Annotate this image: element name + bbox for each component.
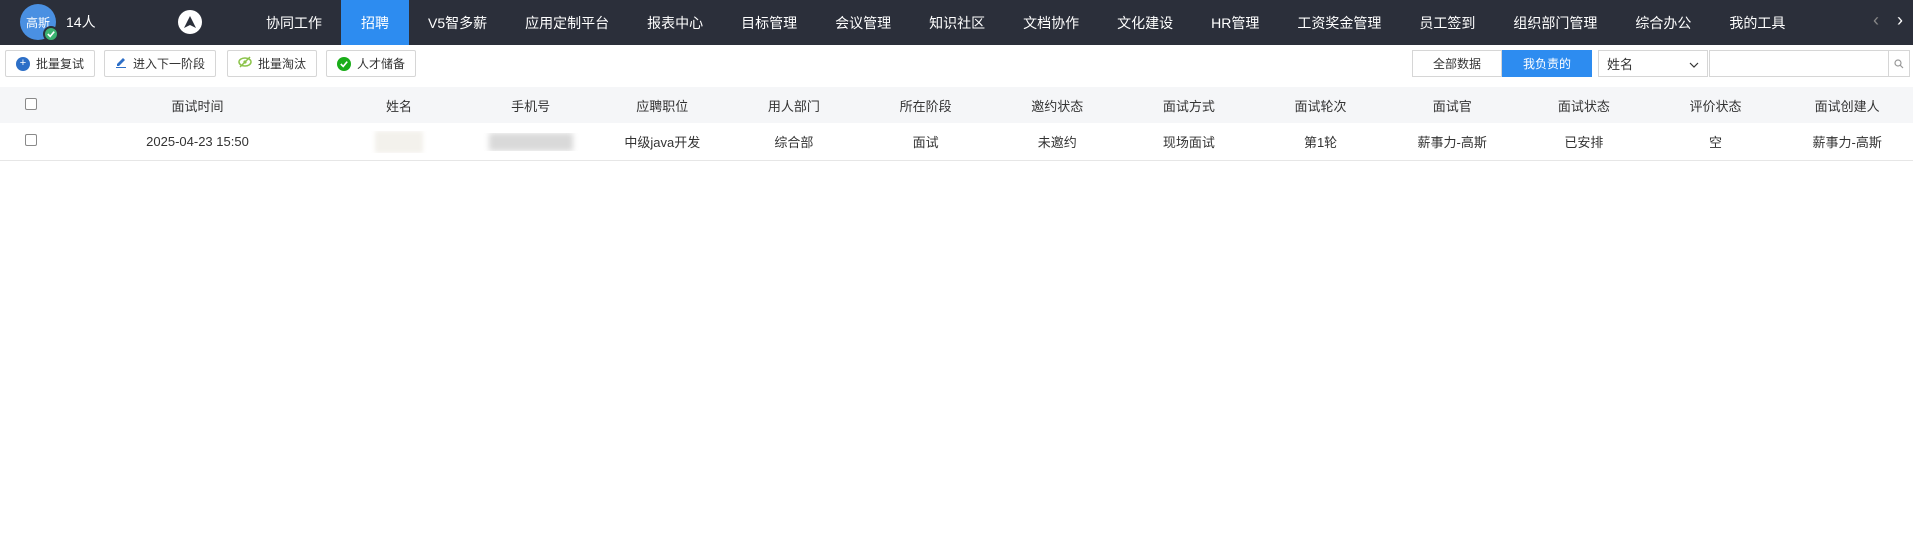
search-input[interactable]: [1709, 50, 1889, 77]
header-round[interactable]: 面试轮次: [1255, 96, 1387, 115]
batch-retest-label: 批量复试: [36, 57, 85, 71]
header-interview-status[interactable]: 面试状态: [1518, 96, 1650, 115]
batch-reject-label: 批量淘汰: [258, 57, 307, 71]
nav-item-v5[interactable]: V5智多薪: [409, 0, 506, 45]
header-invite-status[interactable]: 邀约状态: [991, 96, 1123, 115]
interview-table: 面试时间 姓名 手机号 应聘职位 用人部门 所在阶段 邀约状态 面试方式 面试轮…: [0, 87, 1913, 161]
nav-item-collab[interactable]: 协同工作: [247, 0, 341, 45]
table-header: 面试时间 姓名 手机号 应聘职位 用人部门 所在阶段 邀约状态 面试方式 面试轮…: [0, 87, 1913, 123]
header-phone[interactable]: 手机号: [465, 96, 597, 115]
cell-interview-time: 2025-04-23 15:50: [146, 134, 249, 149]
nav-item-recruit[interactable]: 招聘: [341, 0, 409, 45]
app-logo-icon[interactable]: [178, 10, 202, 34]
nav-item-culture[interactable]: 文化建设: [1098, 0, 1192, 45]
header-position[interactable]: 应聘职位: [596, 96, 728, 115]
nav-scroll-arrows: ‹ ›: [1873, 10, 1903, 31]
talent-pool-button[interactable]: 人才储备: [326, 50, 417, 77]
filter-field-select[interactable]: 姓名: [1598, 50, 1708, 77]
header-interviewer[interactable]: 面试官: [1386, 96, 1518, 115]
batch-reject-button[interactable]: 批量淘汰: [227, 50, 318, 77]
cell-creator: 薪事力-高斯: [1812, 135, 1882, 150]
nav-item-office[interactable]: 综合办公: [1616, 0, 1710, 45]
header-eval-status[interactable]: 评价状态: [1650, 96, 1782, 115]
redacted-phone: [488, 132, 573, 151]
check-circle-icon: [337, 56, 351, 71]
cell-round: 第1轮: [1303, 135, 1338, 150]
cell-invite-status: 未邀约: [1037, 135, 1077, 150]
nav-item-meetings[interactable]: 会议管理: [816, 0, 910, 45]
verified-check-icon: [43, 26, 59, 42]
header-name[interactable]: 姓名: [333, 96, 465, 115]
header-method[interactable]: 面试方式: [1123, 96, 1255, 115]
table-row[interactable]: 2025-04-23 15:50 中级java开发 综合部 面试 未邀约 现场面…: [0, 123, 1913, 161]
pencil-icon: [115, 56, 127, 71]
all-data-button[interactable]: 全部数据: [1412, 50, 1503, 77]
nav-item-hr[interactable]: HR管理: [1192, 0, 1278, 45]
main-nav: 协同工作 招聘 V5智多薪 应用定制平台 报表中心 目标管理 会议管理 知识社区…: [247, 0, 1804, 45]
nav-item-docs[interactable]: 文档协作: [1004, 0, 1098, 45]
cell-interviewer: 薪事力-高斯: [1417, 135, 1487, 150]
nav-item-payroll[interactable]: 工资奖金管理: [1278, 0, 1400, 45]
cell-department: 综合部: [774, 135, 814, 150]
redacted-name: [374, 130, 423, 153]
search-icon[interactable]: [1888, 50, 1910, 77]
nav-item-checkin[interactable]: 员工签到: [1400, 0, 1494, 45]
header-creator[interactable]: 面试创建人: [1781, 96, 1913, 115]
header-stage[interactable]: 所在阶段: [860, 96, 992, 115]
avatar[interactable]: 高斯: [20, 4, 59, 42]
plus-circle-icon: +: [16, 56, 30, 71]
nav-item-goals[interactable]: 目标管理: [722, 0, 816, 45]
nav-item-tools[interactable]: 我的工具: [1710, 0, 1804, 45]
next-stage-button[interactable]: 进入下一阶段: [104, 50, 217, 77]
next-stage-label: 进入下一阶段: [133, 57, 206, 71]
cell-method: 现场面试: [1162, 135, 1215, 150]
select-all-cell: [0, 97, 62, 113]
batch-retest-button[interactable]: + 批量复试: [5, 50, 96, 77]
cell-interview-status: 已安排: [1564, 135, 1604, 150]
header-interview-time[interactable]: 面试时间: [62, 96, 333, 115]
row-checkbox[interactable]: [24, 134, 37, 146]
eye-slash-icon: [238, 56, 252, 71]
top-navbar: 高斯 14人 协同工作 招聘 V5智多薪 应用定制平台 报表中心 目标管理 会议…: [0, 0, 1913, 45]
cell-stage: 面试: [912, 135, 939, 150]
talent-pool-label: 人才储备: [357, 57, 406, 71]
select-all-checkbox[interactable]: [24, 97, 37, 110]
filter-field-value: 姓名: [1607, 57, 1634, 72]
user-info[interactable]: 高斯 14人: [20, 4, 96, 42]
nav-item-reports[interactable]: 报表中心: [628, 0, 722, 45]
nav-item-knowledge[interactable]: 知识社区: [910, 0, 1004, 45]
chevron-right-icon[interactable]: ›: [1897, 10, 1903, 31]
cell-position: 中级java开发: [624, 135, 701, 150]
online-count: 14人: [66, 14, 96, 30]
row-select-cell: [0, 134, 62, 149]
nav-item-org[interactable]: 组织部门管理: [1494, 0, 1616, 45]
data-scope-toggle: 全部数据 我负责的: [1412, 50, 1593, 77]
mine-button[interactable]: 我负责的: [1502, 50, 1593, 77]
cell-name[interactable]: [333, 130, 465, 153]
chevron-left-icon[interactable]: ‹: [1873, 10, 1879, 31]
chevron-down-icon: [1689, 56, 1699, 71]
header-department[interactable]: 用人部门: [728, 96, 860, 115]
nav-item-app-platform[interactable]: 应用定制平台: [506, 0, 628, 45]
cell-eval-status: 空: [1709, 135, 1723, 150]
cell-phone: [465, 132, 597, 151]
